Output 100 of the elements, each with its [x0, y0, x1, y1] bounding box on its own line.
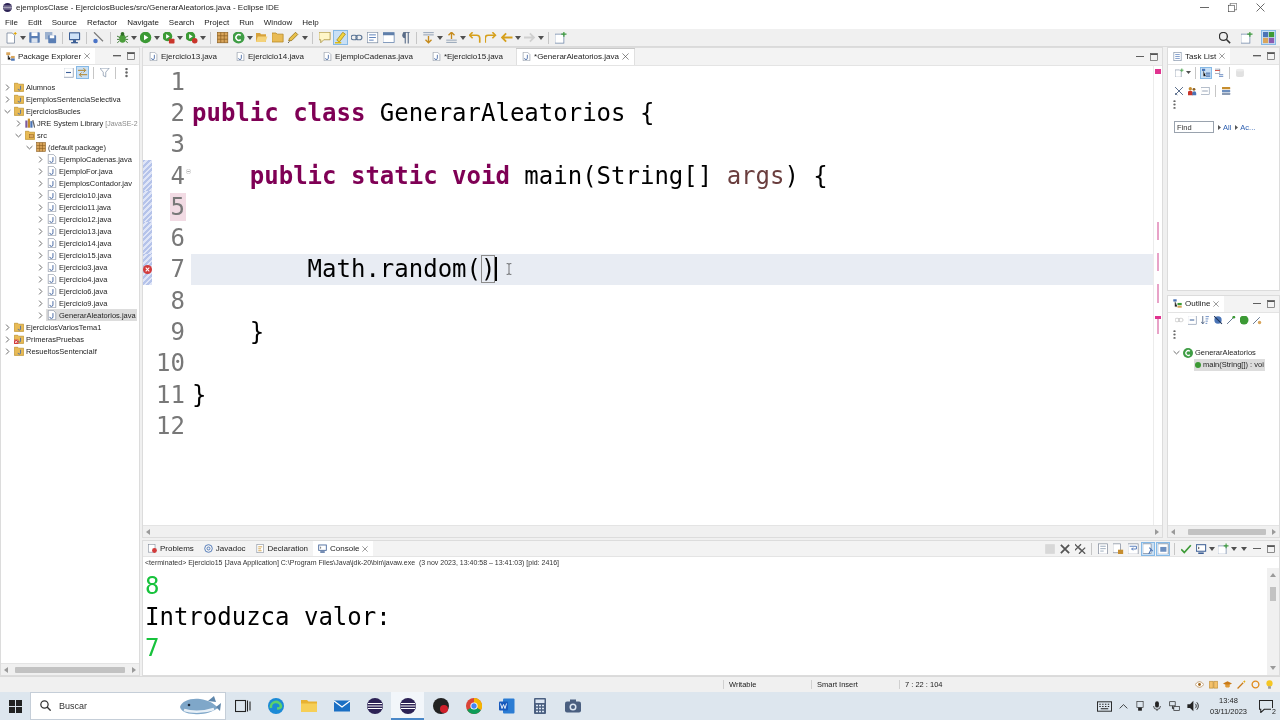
view-tab[interactable]: Problems	[143, 541, 199, 556]
maximize-icon[interactable]	[1267, 299, 1275, 308]
text-block-icon[interactable]	[365, 30, 380, 45]
chevron-up-icon[interactable]	[1119, 703, 1128, 709]
chevron-right-icon[interactable]	[38, 251, 43, 259]
chevron-right-icon[interactable]	[38, 299, 43, 307]
close-icon[interactable]	[1219, 53, 1226, 59]
maximize-icon[interactable]	[1267, 544, 1275, 553]
editor-tab[interactable]: EjemploCadenas.java	[317, 48, 426, 65]
close-icon[interactable]	[621, 53, 629, 60]
chevron-right-icon[interactable]	[5, 347, 10, 355]
overview-ruler[interactable]	[1153, 66, 1162, 525]
chevron-right-icon[interactable]	[38, 191, 43, 199]
minimize-icon[interactable]	[1253, 547, 1261, 550]
menu-item[interactable]: Help	[297, 17, 324, 27]
page-pin-icon[interactable]	[1141, 541, 1155, 556]
ring-small-icon[interactable]	[1251, 680, 1260, 689]
speech-bubble-icon[interactable]	[317, 30, 332, 45]
horizontal-scrollbar[interactable]	[1168, 525, 1279, 537]
speaker-icon[interactable]	[1187, 700, 1199, 712]
menu-item[interactable]: Edit	[22, 17, 47, 27]
windows-logo-icon[interactable]	[8, 699, 22, 713]
double-cross-icon[interactable]	[1073, 541, 1087, 556]
run-icon[interactable]	[138, 30, 153, 45]
kebab-menu-icon[interactable]	[1173, 100, 1176, 109]
close-icon[interactable]	[1213, 300, 1220, 307]
scrollbar-thumb[interactable]	[15, 666, 125, 673]
close-icon[interactable]	[84, 53, 91, 59]
network-icon[interactable]	[1169, 700, 1180, 712]
chevron-right-icon[interactable]	[38, 227, 43, 235]
tree-list-icon[interactable]	[1200, 66, 1212, 79]
run-badge-icon[interactable]	[184, 30, 199, 45]
book-icon[interactable]	[1209, 680, 1218, 689]
page-wrap-icon[interactable]	[1126, 541, 1140, 556]
arrow-left-small-icon[interactable]	[1171, 528, 1175, 535]
menu-item[interactable]: Navigate	[122, 17, 164, 27]
close-icon[interactable]	[362, 545, 369, 552]
caret-icon[interactable]	[200, 35, 206, 40]
scrollbar-thumb[interactable]	[1270, 587, 1276, 601]
chevron-right-icon[interactable]	[16, 119, 21, 127]
calendar-list-icon[interactable]	[1213, 66, 1225, 79]
caret-icon[interactable]	[1241, 546, 1247, 551]
window-icon[interactable]	[381, 30, 396, 45]
maximize-icon[interactable]	[127, 52, 135, 60]
caret-icon[interactable]	[1209, 546, 1215, 551]
caret-icon[interactable]	[1186, 71, 1191, 74]
keyboard-icon[interactable]	[1097, 698, 1112, 714]
bulb-icon[interactable]	[1265, 680, 1274, 689]
chevron-right-icon[interactable]	[38, 287, 43, 295]
minus-circle-icon[interactable]	[186, 168, 191, 174]
view-tab[interactable]: Outline	[1168, 295, 1225, 312]
page-window-icon[interactable]	[1156, 541, 1170, 556]
wand-icon[interactable]	[1237, 680, 1246, 689]
arrow-left-small-icon[interactable]	[146, 528, 150, 535]
arrow-right-small-icon[interactable]	[1272, 528, 1276, 535]
run-toolbox-icon[interactable]	[161, 30, 176, 45]
arrow-down-small-icon[interactable]	[1270, 666, 1276, 670]
chevron-right-icon[interactable]	[5, 83, 10, 91]
chevron-right-icon[interactable]	[38, 215, 43, 223]
caret-icon[interactable]	[460, 35, 466, 40]
editor-tab[interactable]: Ejercicio13.java	[143, 48, 231, 65]
dot-icon[interactable]	[1238, 314, 1250, 326]
highlighter-icon[interactable]	[333, 30, 348, 45]
minimize-icon[interactable]	[1136, 55, 1144, 58]
arrow-up-small-icon[interactable]	[1270, 573, 1276, 577]
page-lines-icon[interactable]	[1096, 541, 1110, 556]
slash-pin-icon[interactable]	[1225, 314, 1237, 326]
monitor-icon[interactable]	[67, 30, 82, 45]
minimize-icon[interactable]	[1199, 7, 1209, 8]
vertical-scrollbar[interactable]	[1267, 568, 1279, 675]
horizontal-scrollbar[interactable]	[1, 663, 139, 675]
chevron-down-icon[interactable]	[15, 132, 22, 138]
maximize-icon[interactable]	[1267, 52, 1275, 60]
curve-right-icon[interactable]	[483, 30, 498, 45]
view-tab[interactable]: Declaration	[250, 541, 314, 556]
menu-item[interactable]: Project	[199, 17, 235, 27]
minimize-icon[interactable]	[1253, 55, 1261, 57]
arrow-right-small-icon[interactable]	[1155, 528, 1159, 535]
chevron-right-icon[interactable]	[38, 311, 43, 319]
horizontal-scrollbar[interactable]	[143, 525, 1162, 537]
chevron-down-icon[interactable]	[1173, 350, 1180, 355]
caret-icon[interactable]	[131, 35, 137, 40]
chevron-down-icon[interactable]	[4, 108, 11, 114]
error-mark-icon[interactable]	[1155, 315, 1161, 319]
microphone-icon[interactable]	[1152, 701, 1162, 711]
menu-item[interactable]: Source	[46, 17, 83, 27]
window-plus-icon[interactable]	[1239, 30, 1254, 45]
editor-tab[interactable]: *Ejercicio15.java	[425, 48, 517, 65]
caret-icon[interactable]	[515, 35, 521, 40]
menu-item[interactable]: Refactor	[82, 17, 123, 27]
cross-slash-icon[interactable]	[1173, 85, 1185, 97]
eye-icon[interactable]	[1195, 680, 1204, 689]
chevron-right-icon[interactable]	[38, 263, 43, 271]
minimize-icon[interactable]	[113, 55, 121, 57]
scrollbar-thumb[interactable]	[1188, 528, 1266, 535]
chevron-right-icon[interactable]	[38, 203, 43, 211]
grid-squares-icon[interactable]	[1261, 30, 1276, 45]
database-stack-icon[interactable]	[1220, 85, 1232, 97]
people-icon[interactable]	[1186, 85, 1198, 97]
search-icon[interactable]	[1217, 30, 1232, 45]
